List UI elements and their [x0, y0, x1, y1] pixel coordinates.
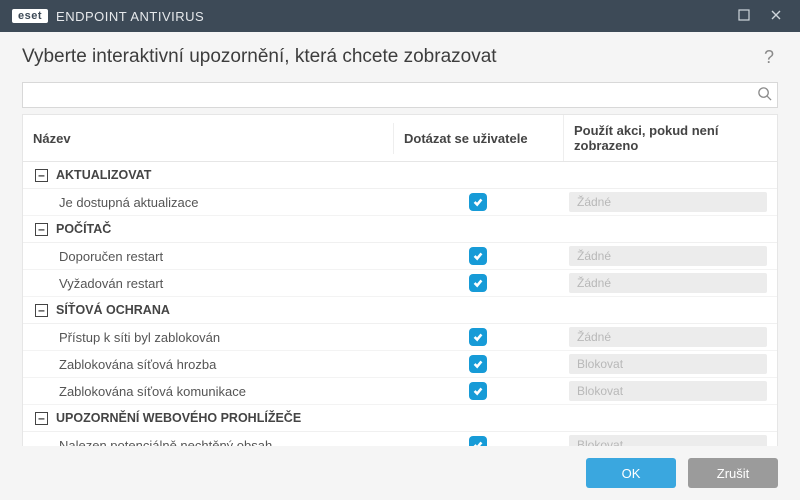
action-value[interactable]: Blokovat — [569, 381, 767, 401]
brand-badge: eset — [12, 9, 48, 23]
collapse-icon[interactable]: – — [35, 304, 48, 317]
row-name: Přístup k síti byl zablokován — [23, 325, 393, 350]
row-name: Doporučen restart — [23, 244, 393, 269]
table-header: Název Dotázat se uživatele Použít akci, … — [23, 115, 777, 162]
action-value[interactable]: Žádné — [569, 273, 767, 293]
row-action-cell: Žádné — [563, 189, 777, 215]
action-value[interactable]: Žádné — [569, 246, 767, 266]
table-row[interactable]: Zablokována síťová komunikace Blokovat — [23, 378, 777, 405]
row-action-cell: Žádné — [563, 270, 777, 296]
table-row[interactable]: Doporučen restart Žádné — [23, 243, 777, 270]
col-name[interactable]: Název — [23, 123, 393, 154]
group-label: UPOZORNĚNÍ WEBOVÉHO PROHLÍŽEČE — [56, 411, 301, 425]
group-label: AKTUALIZOVAT — [56, 168, 151, 182]
help-icon: ? — [764, 47, 774, 67]
row-action-cell: Žádné — [563, 243, 777, 269]
product-name: ENDPOINT ANTIVIRUS — [56, 9, 204, 24]
page-title: Vyberte interaktivní upozornění, která c… — [22, 46, 760, 68]
action-value[interactable]: Žádné — [569, 327, 767, 347]
notifications-table: Název Dotázat se uživatele Použít akci, … — [22, 114, 778, 471]
collapse-icon[interactable]: – — [35, 412, 48, 425]
search-input[interactable] — [22, 82, 778, 108]
close-button[interactable] — [760, 0, 792, 32]
header: Vyberte interaktivní upozornění, která c… — [0, 32, 800, 78]
close-icon — [770, 9, 782, 24]
table-row[interactable]: Je dostupná aktualizace Žádné — [23, 189, 777, 216]
collapse-icon[interactable]: – — [35, 169, 48, 182]
ask-checkbox[interactable] — [469, 328, 487, 346]
row-action-cell: Blokovat — [563, 378, 777, 404]
ask-checkbox[interactable] — [469, 193, 487, 211]
group-header[interactable]: –POČÍTAČ — [23, 216, 777, 243]
footer: OK Zrušit — [0, 446, 800, 500]
col-ask[interactable]: Dotázat se uživatele — [393, 123, 563, 154]
help-button[interactable]: ? — [760, 47, 778, 68]
table-row[interactable]: Zablokována síťová hrozba Blokovat — [23, 351, 777, 378]
search-row — [22, 82, 778, 108]
titlebar: eset ENDPOINT ANTIVIRUS — [0, 0, 800, 32]
group-header[interactable]: –AKTUALIZOVAT — [23, 162, 777, 189]
collapse-icon[interactable]: – — [35, 223, 48, 236]
ask-checkbox[interactable] — [469, 382, 487, 400]
cancel-button[interactable]: Zrušit — [688, 458, 778, 488]
row-name: Je dostupná aktualizace — [23, 190, 393, 215]
row-ask-cell — [393, 352, 563, 376]
brand: eset ENDPOINT ANTIVIRUS — [12, 9, 204, 24]
ask-checkbox[interactable] — [469, 274, 487, 292]
row-ask-cell — [393, 244, 563, 268]
table-body[interactable]: –AKTUALIZOVATJe dostupná aktualizaceŽádn… — [23, 162, 777, 460]
row-ask-cell — [393, 271, 563, 295]
group-label: POČÍTAČ — [56, 222, 111, 236]
group-header[interactable]: –UPOZORNĚNÍ WEBOVÉHO PROHLÍŽEČE — [23, 405, 777, 432]
row-name: Vyžadován restart — [23, 271, 393, 296]
table-row[interactable]: Vyžadován restart Žádné — [23, 270, 777, 297]
search-button[interactable] — [757, 86, 772, 104]
table-row[interactable]: Přístup k síti byl zablokován Žádné — [23, 324, 777, 351]
row-ask-cell — [393, 325, 563, 349]
row-ask-cell — [393, 379, 563, 403]
row-name: Zablokována síťová hrozba — [23, 352, 393, 377]
minimize-icon — [738, 9, 750, 24]
ask-checkbox[interactable] — [469, 355, 487, 373]
action-value[interactable]: Žádné — [569, 192, 767, 212]
minimize-button[interactable] — [728, 0, 760, 32]
search-icon — [757, 86, 772, 104]
action-value[interactable]: Blokovat — [569, 354, 767, 374]
row-ask-cell — [393, 190, 563, 214]
group-label: SÍŤOVÁ OCHRANA — [56, 303, 170, 317]
group-header[interactable]: –SÍŤOVÁ OCHRANA — [23, 297, 777, 324]
row-name: Zablokována síťová komunikace — [23, 379, 393, 404]
row-action-cell: Blokovat — [563, 351, 777, 377]
ask-checkbox[interactable] — [469, 247, 487, 265]
row-action-cell: Žádné — [563, 324, 777, 350]
ok-button[interactable]: OK — [586, 458, 676, 488]
col-action[interactable]: Použít akci, pokud není zobrazeno — [563, 115, 777, 161]
